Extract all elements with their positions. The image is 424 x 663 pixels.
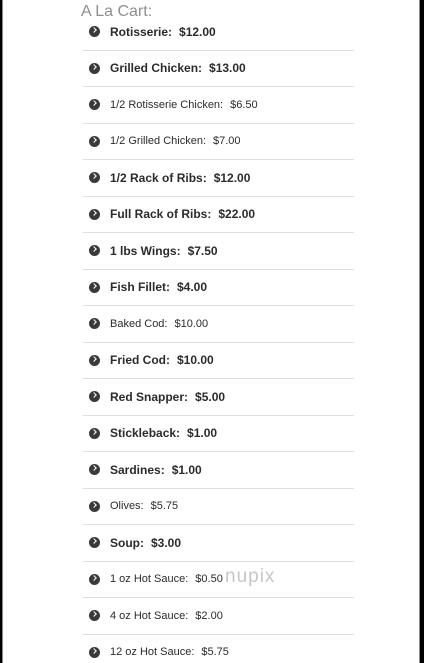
item-name: Fried Cod: bbox=[110, 353, 170, 368]
item-price: $12.00 bbox=[213, 170, 251, 185]
item-price: $5.75 bbox=[201, 646, 229, 659]
chevron-circle-right-icon bbox=[89, 26, 100, 38]
item-name: Fish Fillet: bbox=[110, 280, 170, 295]
menu-item-olives[interactable]: Olives: $5.75 bbox=[83, 489, 354, 525]
chevron-circle-right-icon bbox=[89, 62, 100, 74]
chevron-circle-right-icon bbox=[89, 208, 100, 220]
item-price: $0.50 bbox=[195, 573, 223, 586]
menu-item-sardines[interactable]: Sardines: $1.00 bbox=[83, 452, 354, 489]
item-name: 1/2 Grilled Chicken: bbox=[110, 135, 206, 148]
chevron-circle-right-icon bbox=[89, 99, 100, 111]
chevron-circle-right-icon bbox=[89, 610, 100, 622]
menu-item-red-snapper[interactable]: Red Snapper: $5.00 bbox=[83, 379, 354, 416]
menu-item-grilled-chicken[interactable]: Grilled Chicken: $13.00 bbox=[83, 51, 354, 87]
item-name: 1 oz Hot Sauce: bbox=[110, 573, 189, 586]
item-price: $3.00 bbox=[151, 535, 182, 550]
menu-item-4oz-hot-sauce[interactable]: 4 oz Hot Sauce: $2.00 bbox=[83, 598, 354, 635]
menu-item-1oz-hot-sauce[interactable]: 1 oz Hot Sauce: $0.50 bbox=[83, 562, 354, 598]
menu-item-full-rack-ribs[interactable]: Full Rack of Ribs: $22.00 bbox=[83, 197, 354, 233]
item-price: $5.75 bbox=[150, 500, 179, 513]
chevron-circle-right-icon bbox=[89, 537, 100, 549]
item-price: $1.00 bbox=[171, 462, 202, 477]
item-price: $12.00 bbox=[179, 24, 216, 39]
item-name: Olives: bbox=[110, 500, 144, 513]
item-name: Soup: bbox=[110, 535, 144, 550]
item-price: $1.00 bbox=[187, 426, 218, 441]
menu-item-wings[interactable]: 1 lbs Wings: $7.50 bbox=[83, 233, 354, 270]
chevron-circle-right-icon bbox=[89, 646, 100, 658]
chevron-circle-right-icon bbox=[89, 391, 100, 403]
item-name: 12 oz Hot Sauce: bbox=[110, 646, 195, 659]
menu-item-fish-fillet[interactable]: Fish Fillet: $4.00 bbox=[83, 270, 354, 306]
item-price: $13.00 bbox=[209, 61, 246, 76]
chevron-circle-right-icon bbox=[89, 354, 100, 366]
item-name: 1/2 Rack of Ribs: bbox=[110, 170, 207, 185]
menu-list: Rotisserie: $12.00 Grilled Chicken: $13.… bbox=[83, 14, 354, 663]
chevron-circle-right-icon bbox=[89, 172, 100, 184]
menu-item-half-rack-ribs[interactable]: 1/2 Rack of Ribs: $12.00 bbox=[83, 160, 354, 197]
item-price: $2.00 bbox=[195, 609, 223, 622]
item-price: $22.00 bbox=[218, 207, 256, 222]
item-name: Rotisserie: bbox=[110, 24, 173, 39]
item-price: $10.00 bbox=[177, 353, 214, 368]
menu-item-stickleback[interactable]: Stickleback: $1.00 bbox=[83, 416, 354, 452]
item-price: $4.00 bbox=[177, 280, 208, 295]
item-name: Full Rack of Ribs: bbox=[110, 207, 212, 222]
chevron-circle-right-icon bbox=[89, 281, 100, 293]
menu-item-fried-cod[interactable]: Fried Cod: $10.00 bbox=[83, 343, 354, 379]
item-name: Red Snapper: bbox=[110, 389, 189, 404]
item-price: $7.00 bbox=[213, 135, 241, 148]
menu-item-half-grilled-chicken[interactable]: 1/2 Grilled Chicken: $7.00 bbox=[83, 124, 354, 160]
item-price: $10.00 bbox=[174, 317, 209, 330]
item-name: 1/2 Rotisserie Chicken: bbox=[110, 98, 224, 111]
watermark: nupix bbox=[225, 566, 276, 587]
item-name: Stickleback: bbox=[110, 426, 181, 441]
menu-item-12oz-hot-sauce[interactable]: 12 oz Hot Sauce: $5.75 bbox=[83, 635, 354, 663]
item-price: $6.50 bbox=[230, 98, 258, 111]
chevron-circle-right-icon bbox=[89, 573, 100, 585]
chevron-circle-right-icon bbox=[89, 500, 100, 512]
menu-page: A La Cart: Rotisserie: $12.00 Grilled Ch… bbox=[2, 0, 420, 663]
item-price: $5.00 bbox=[195, 389, 226, 404]
item-price: $7.50 bbox=[187, 243, 218, 258]
item-name: 4 oz Hot Sauce: bbox=[110, 609, 189, 622]
chevron-circle-right-icon bbox=[89, 427, 100, 439]
chevron-circle-right-icon bbox=[89, 135, 100, 147]
item-name: Baked Cod: bbox=[110, 317, 168, 330]
item-name: 1 lbs Wings: bbox=[110, 243, 181, 258]
menu-item-rotisserie[interactable]: Rotisserie: $12.00 bbox=[83, 14, 354, 51]
chevron-circle-right-icon bbox=[89, 318, 100, 330]
menu-item-half-rotisserie-chicken[interactable]: 1/2 Rotisserie Chicken: $6.50 bbox=[83, 87, 354, 124]
chevron-circle-right-icon bbox=[89, 464, 100, 476]
item-name: Grilled Chicken: bbox=[110, 61, 203, 76]
chevron-circle-right-icon bbox=[89, 245, 100, 257]
menu-item-baked-cod[interactable]: Baked Cod: $10.00 bbox=[83, 306, 354, 343]
menu-item-soup[interactable]: Soup: $3.00 bbox=[83, 525, 354, 562]
item-name: Sardines: bbox=[110, 462, 165, 477]
